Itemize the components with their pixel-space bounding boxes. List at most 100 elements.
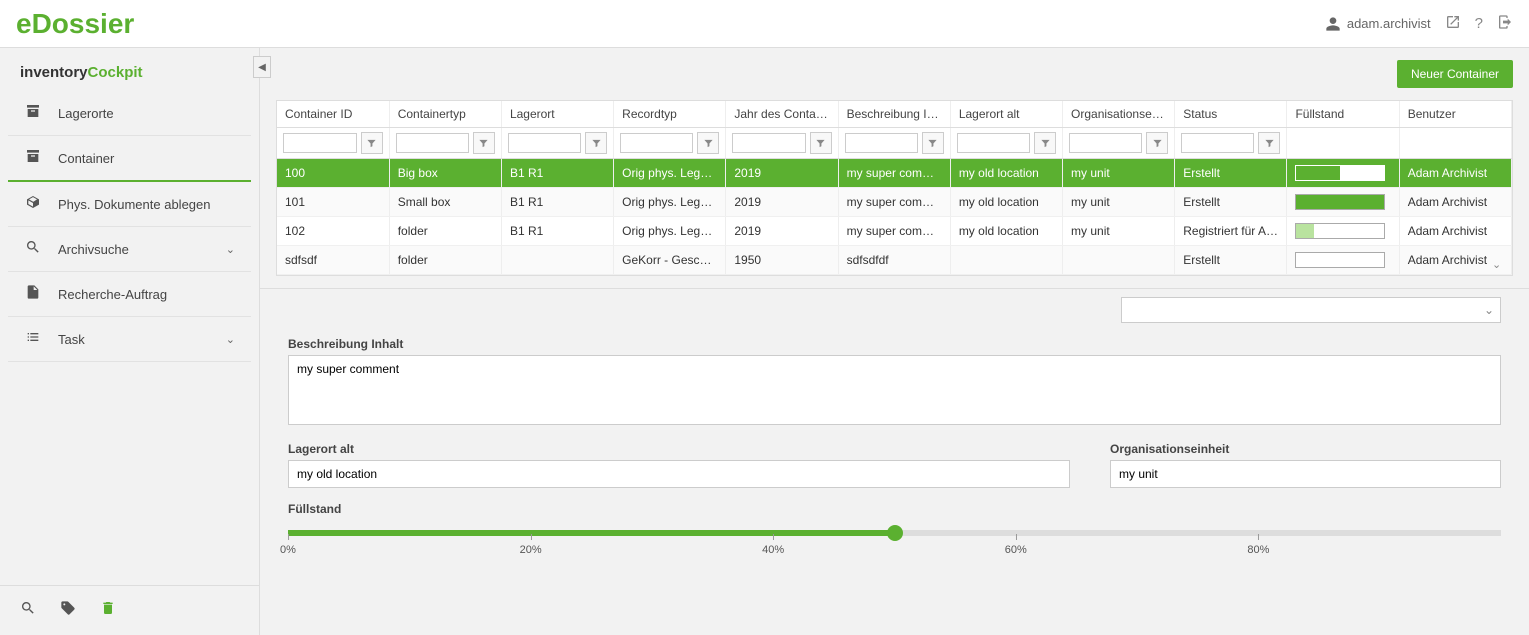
- column-header[interactable]: Beschreibung Inhalt: [838, 101, 950, 128]
- column-header[interactable]: Organisationsein...: [1063, 101, 1175, 128]
- org-input[interactable]: [1110, 460, 1501, 488]
- sidebar-item-2[interactable]: Phys. Dokumente ablegen: [8, 182, 251, 227]
- main-content: Neuer Container Container IDContainertyp…: [260, 48, 1529, 635]
- sidebar-item-1[interactable]: Container: [8, 136, 251, 182]
- column-header[interactable]: Containertyp: [389, 101, 501, 128]
- slider-tick: 40%: [762, 544, 784, 556]
- sidebar-nav: Lagerorte Container Phys. Dokumente able…: [0, 91, 259, 585]
- filter-input[interactable]: [957, 133, 1030, 153]
- nav-label: Container: [58, 151, 114, 166]
- sidebar-footer: [0, 585, 259, 635]
- trash-icon[interactable]: [100, 600, 116, 621]
- table-row[interactable]: 101Small boxB1 R1Orig phys. Legac... 201…: [277, 188, 1512, 217]
- sidebar-item-3[interactable]: Archivsuche ⌄: [8, 227, 251, 272]
- filter-icon[interactable]: [1034, 132, 1056, 154]
- scroll-down-icon[interactable]: ⌄: [1492, 258, 1508, 271]
- toolbar: Neuer Container: [260, 48, 1529, 100]
- filter-icon[interactable]: [585, 132, 607, 154]
- column-header[interactable]: Recordtyp: [614, 101, 726, 128]
- app-header: eDossier adam.archivist ?: [0, 0, 1529, 48]
- app-logo: eDossier: [16, 8, 134, 40]
- list-icon: [24, 329, 42, 349]
- user-icon: [1325, 16, 1341, 32]
- archive-icon: [24, 103, 42, 123]
- slider-thumb[interactable]: [887, 525, 903, 541]
- fill-bar: [1295, 223, 1385, 239]
- beschreibung-textarea[interactable]: [288, 355, 1501, 425]
- column-header[interactable]: Benutzer: [1399, 101, 1511, 128]
- sidebar-item-4[interactable]: Recherche-Auftrag: [8, 272, 251, 317]
- box-icon: [24, 194, 42, 214]
- nav-label: Phys. Dokumente ablegen: [58, 197, 210, 212]
- search-icon[interactable]: [20, 600, 36, 621]
- filter-icon[interactable]: [361, 132, 383, 154]
- new-container-button[interactable]: Neuer Container: [1397, 60, 1513, 88]
- sidebar-item-0[interactable]: Lagerorte: [8, 91, 251, 136]
- fill-bar: [1295, 252, 1385, 268]
- grid-header-row: Container IDContainertypLagerortRecordty…: [277, 101, 1512, 128]
- filter-input[interactable]: [1069, 133, 1142, 153]
- sidebar-title: inventoryCockpit: [0, 48, 259, 91]
- filter-icon[interactable]: [922, 132, 944, 154]
- filter-input[interactable]: [620, 133, 693, 153]
- table-row[interactable]: 100Big boxB1 R1Orig phys. Legac... 2019m…: [277, 159, 1512, 188]
- column-header[interactable]: Lagerort alt: [950, 101, 1062, 128]
- table-row[interactable]: 102folderB1 R1Orig phys. Legac... 2019my…: [277, 217, 1512, 246]
- fill-bar: [1295, 165, 1385, 181]
- detail-panel: ⌄ Beschreibung Inhalt Lagerort alt Organ…: [260, 288, 1529, 635]
- filter-input[interactable]: [732, 133, 805, 153]
- search-icon: [24, 239, 42, 259]
- help-icon[interactable]: ?: [1475, 15, 1483, 32]
- filter-icon[interactable]: [697, 132, 719, 154]
- beschreibung-label: Beschreibung Inhalt: [288, 337, 1501, 351]
- column-header[interactable]: Jahr des Contain...: [726, 101, 838, 128]
- sidebar-collapse-button[interactable]: ◀: [253, 56, 271, 78]
- file-icon: [24, 284, 42, 304]
- external-link-icon[interactable]: [1445, 14, 1461, 34]
- filter-input[interactable]: [508, 133, 581, 153]
- logo-text: Dossier: [32, 8, 135, 39]
- fuellstand-slider[interactable]: [288, 530, 1501, 536]
- column-header[interactable]: Lagerort: [501, 101, 613, 128]
- chevron-down-icon: ⌄: [226, 333, 235, 346]
- filter-icon[interactable]: [810, 132, 832, 154]
- user-menu[interactable]: adam.archivist: [1325, 16, 1431, 32]
- nav-label: Archivsuche: [58, 242, 129, 257]
- nav-label: Lagerorte: [58, 106, 114, 121]
- tags-icon[interactable]: [60, 600, 76, 621]
- username-label: adam.archivist: [1347, 16, 1431, 31]
- slider-tick: 0%: [280, 544, 296, 556]
- sidebar-title-b: Cockpit: [88, 64, 143, 81]
- filter-input[interactable]: [283, 133, 357, 153]
- filter-icon[interactable]: [473, 132, 495, 154]
- column-header[interactable]: Status: [1175, 101, 1287, 128]
- lagerort-alt-label: Lagerort alt: [288, 442, 1070, 456]
- fill-bar: [1295, 194, 1385, 210]
- logout-icon[interactable]: [1497, 14, 1513, 34]
- sidebar-item-5[interactable]: Task ⌄: [8, 317, 251, 362]
- logo-prefix: e: [16, 8, 32, 39]
- lagerort-alt-input[interactable]: [288, 460, 1070, 488]
- slider-tick: 60%: [1005, 544, 1027, 556]
- column-header[interactable]: Füllstand: [1287, 101, 1399, 128]
- filter-input[interactable]: [396, 133, 469, 153]
- header-right: adam.archivist ?: [1325, 14, 1513, 34]
- chevron-down-icon: ⌄: [226, 243, 235, 256]
- archive-icon: [24, 148, 42, 168]
- filter-icon[interactable]: [1146, 132, 1168, 154]
- slider-tick: 20%: [520, 544, 542, 556]
- nav-label: Recherche-Auftrag: [58, 287, 167, 302]
- fuellstand-label: Füllstand: [288, 502, 1501, 516]
- filter-icon[interactable]: [1258, 132, 1280, 154]
- nav-label: Task: [58, 332, 85, 347]
- slider-tick: 80%: [1247, 544, 1269, 556]
- column-header[interactable]: Container ID: [277, 101, 389, 128]
- grid-body: 100Big boxB1 R1Orig phys. Legac... 2019m…: [277, 159, 1512, 275]
- container-grid: Container IDContainertypLagerortRecordty…: [276, 100, 1513, 276]
- org-label: Organisationseinheit: [1110, 442, 1501, 456]
- table-row[interactable]: sdfsdffolderGeKorr - Geschä... 1950sdfsd…: [277, 246, 1512, 275]
- filter-input[interactable]: [1181, 133, 1254, 153]
- filter-input[interactable]: [845, 133, 918, 153]
- sidebar-title-a: inventory: [20, 64, 88, 81]
- detail-dropdown[interactable]: ⌄: [1121, 297, 1501, 323]
